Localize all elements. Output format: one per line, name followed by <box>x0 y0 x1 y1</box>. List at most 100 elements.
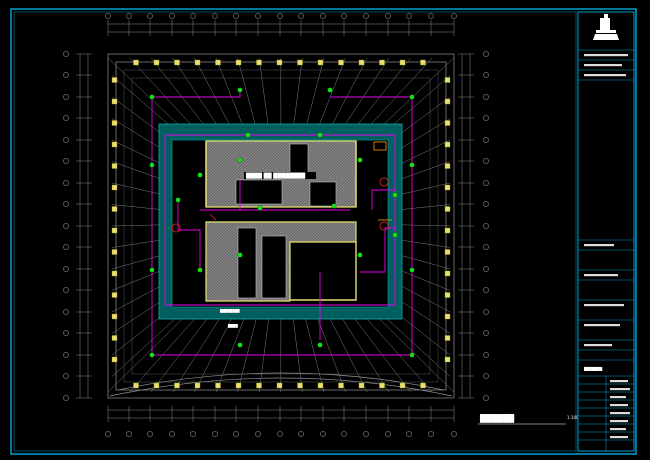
column-square-icon <box>444 184 451 191</box>
axis-bubble <box>451 13 457 19</box>
title-block-text-line <box>610 396 626 399</box>
column-square-icon <box>444 335 451 341</box>
device-circle-icon <box>317 132 323 138</box>
axis-bubble <box>63 287 69 293</box>
axis-bubble <box>105 431 111 437</box>
column-square-icon <box>444 227 451 234</box>
axis-bubble <box>233 431 239 437</box>
axis-bubble <box>483 223 489 229</box>
axis-bubble <box>483 115 489 121</box>
column-square-icon <box>399 382 406 389</box>
column-square-icon <box>256 382 262 389</box>
axis-bubble <box>233 13 239 19</box>
column-square-icon <box>111 335 118 341</box>
axis-bubble <box>483 395 489 401</box>
axis-bubble <box>190 431 196 437</box>
column-square-icon <box>111 313 118 320</box>
axis-bubble <box>212 13 218 19</box>
core-sub-label-2: ████ <box>227 324 238 328</box>
axis-bubble <box>126 431 132 437</box>
column-square-icon <box>215 382 221 389</box>
axis-bubble <box>406 431 412 437</box>
title-block-text-line <box>584 74 626 77</box>
axis-bubble <box>190 13 196 19</box>
core-sub-label-1: ████████ <box>219 309 240 313</box>
axis-bubble <box>483 330 489 336</box>
column-square-icon <box>174 59 180 66</box>
column-square-icon <box>420 382 426 389</box>
column-square-icon <box>358 59 365 66</box>
device-circle-icon <box>357 252 363 258</box>
column-square-icon <box>444 292 451 298</box>
axis-bubble <box>363 431 369 437</box>
axis-bubble <box>451 431 457 437</box>
column-square-icon <box>174 382 180 389</box>
title-block-text-line <box>584 304 624 307</box>
axis-bubble <box>63 180 69 186</box>
axis-bubble <box>147 13 153 19</box>
axis-bubble <box>298 431 304 437</box>
column-square-icon <box>358 382 365 389</box>
column-square-icon <box>444 98 451 105</box>
device-circle-icon <box>245 132 251 138</box>
axis-bubble <box>483 352 489 358</box>
axis-bubble <box>341 431 347 437</box>
axis-bubble <box>255 13 261 19</box>
axis-bubble <box>483 94 489 100</box>
column-square-icon <box>338 382 344 389</box>
title-block-text-line <box>584 64 622 67</box>
axis-bubble <box>63 330 69 336</box>
axis-bubble <box>63 244 69 250</box>
column-square-icon <box>111 249 118 255</box>
column-square-icon <box>338 59 344 66</box>
device-circle-icon <box>149 162 155 168</box>
axis-bubble <box>320 431 326 437</box>
stamp-text: ███████ <box>583 366 603 371</box>
axis-bubble <box>105 13 111 19</box>
title-block-text-line <box>584 54 628 57</box>
axis-bubble <box>63 72 69 78</box>
column-square-icon <box>235 59 242 66</box>
axis-bubble <box>63 137 69 143</box>
axis-bubble <box>212 431 218 437</box>
column-square-icon <box>256 59 262 66</box>
device-circle-icon <box>175 197 181 203</box>
device-circle-icon <box>197 267 203 273</box>
title-block-text-line <box>584 274 618 277</box>
title-block-text-line <box>610 404 628 407</box>
axis-bubble <box>63 373 69 379</box>
column-square-icon <box>420 59 426 66</box>
column-square-icon <box>111 141 118 148</box>
axis-bubble <box>63 223 69 229</box>
title-block-text-line <box>610 420 628 423</box>
axis-bubble <box>428 431 434 437</box>
axis-bubble <box>63 201 69 207</box>
axis-bubble <box>483 137 489 143</box>
axis-bubble <box>483 51 489 57</box>
column-square-icon <box>444 77 451 83</box>
axis-bubble <box>483 373 489 379</box>
plan-title: ██████ <box>479 414 514 423</box>
column-square-icon <box>194 382 201 389</box>
device-circle-icon <box>237 87 243 93</box>
column-square-icon <box>444 356 451 363</box>
column-square-icon <box>276 59 283 66</box>
axis-bubble <box>63 266 69 272</box>
axis-bubble <box>63 395 69 401</box>
column-square-icon <box>111 184 118 191</box>
axis-bubble <box>298 13 304 19</box>
column-square-icon <box>111 163 118 169</box>
axis-bubble <box>428 13 434 19</box>
column-square-icon <box>133 59 139 66</box>
device-circle-icon <box>409 352 415 358</box>
title-block-text-line <box>584 324 620 327</box>
device-circle-icon <box>392 192 398 198</box>
axis-bubble <box>483 201 489 207</box>
column-square-icon <box>297 382 303 389</box>
axis-bubble <box>483 72 489 78</box>
title-block-text-line <box>610 428 626 431</box>
title-block: ███████ <box>577 11 635 452</box>
axis-bubble <box>63 309 69 315</box>
device-circle-icon <box>409 162 415 168</box>
axis-bubble <box>63 94 69 100</box>
